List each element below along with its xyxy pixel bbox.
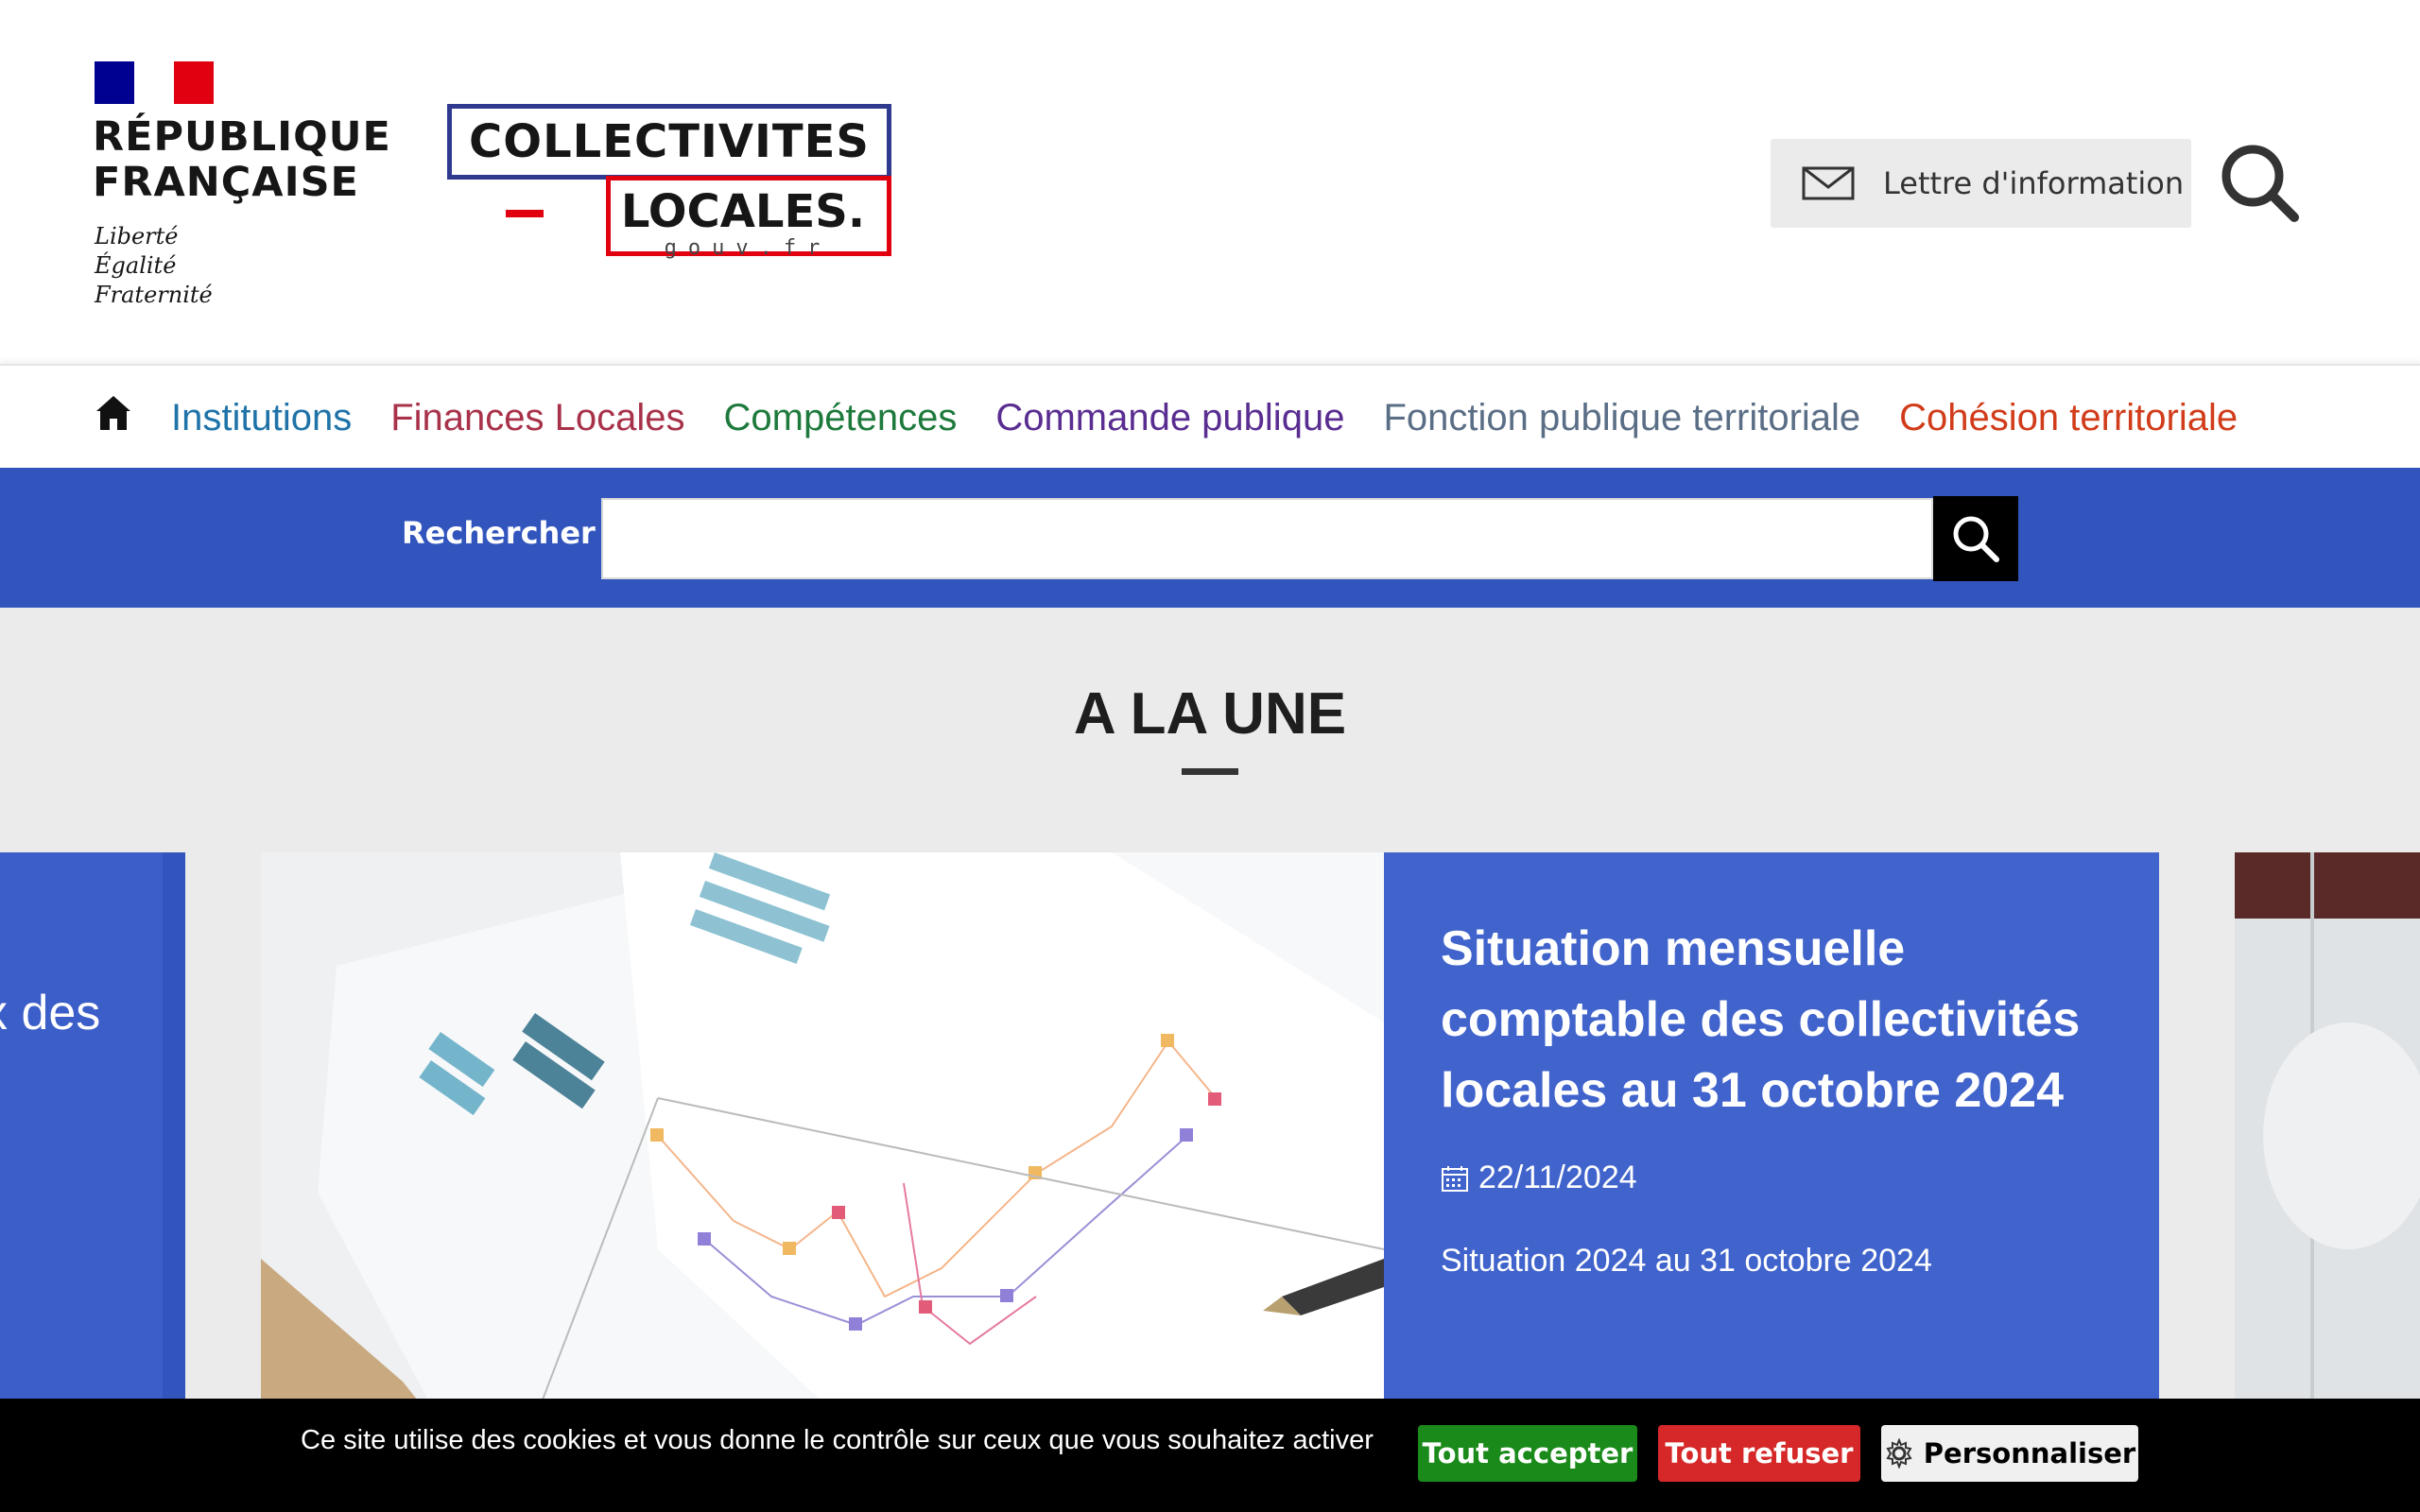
search-input[interactable] (601, 498, 1933, 579)
rf-name: RÉPUBLIQUE FRANÇAISE (93, 113, 391, 206)
article-date: 22/11/2024 (1441, 1160, 1637, 1196)
search-band: Rechercher (0, 468, 2420, 608)
nav-item-institutions[interactable]: Institutions (171, 397, 352, 439)
search-icon (1953, 516, 1999, 562)
customize-label: Personnaliser (1923, 1437, 2136, 1469)
search-icon[interactable] (2217, 140, 2302, 225)
envelope-icon (1802, 166, 1855, 200)
marianne-flag-icon (95, 61, 214, 104)
search-submit-button[interactable] (1933, 496, 2018, 581)
nav-items: Institutions Finances Locales Compétence… (171, 366, 2238, 470)
article-title[interactable]: Situation mensuelle comptable des collec… (1441, 914, 2121, 1126)
calendar-icon (1442, 1165, 1468, 1192)
cookie-banner: Ce site utilise des cookies et vous donn… (0, 1399, 2420, 1512)
cookie-message: Ce site utilise des cookies et vous donn… (301, 1425, 1374, 1455)
customize-button[interactable]: Personnaliser (1881, 1425, 2138, 1482)
refuse-all-button[interactable]: Tout refuser (1658, 1425, 1860, 1482)
nav-item-cohesion-territoriale[interactable]: Cohésion territoriale (1899, 397, 2238, 439)
site-header: RÉPUBLIQUE FRANÇAISE Liberté Égalité Fra… (0, 0, 2420, 364)
nav-item-fonction-publique[interactable]: Fonction publique territoriale (1383, 397, 1860, 439)
newsletter-button[interactable]: Lettre d'information (1771, 139, 2191, 228)
logo-dash (506, 210, 544, 217)
section-title-underline (1182, 768, 1238, 775)
nav-item-commande-publique[interactable]: Commande publique (995, 397, 1344, 439)
logo-text-bottom: LOCALES. (620, 185, 866, 238)
carousel-card-previous-title: x des (0, 986, 101, 1040)
newsletter-label: Lettre d'information (1883, 165, 2185, 201)
collectivites-locales-logo[interactable]: COLLECTIVITES LOCALES. gouv.fr (447, 102, 891, 263)
search-label: Rechercher (402, 515, 596, 551)
main-nav: Institutions Finances Locales Compétence… (0, 364, 2420, 468)
logo-text-top: COLLECTIVITES (469, 115, 870, 168)
article-date-value: 22/11/2024 (1478, 1160, 1637, 1195)
nav-item-finances-locales[interactable]: Finances Locales (390, 397, 684, 439)
rf-motto: Liberté Égalité Fraternité (95, 223, 213, 308)
gear-icon (1886, 1438, 1912, 1469)
accept-all-button[interactable]: Tout accepter (1418, 1425, 1637, 1482)
article-description: Situation 2024 au 31 octobre 2024 (1441, 1243, 1932, 1279)
nav-item-competences[interactable]: Compétences (724, 397, 958, 439)
republique-francaise-logo[interactable]: RÉPUBLIQUE FRANÇAISE Liberté Égalité Fra… (93, 61, 390, 317)
home-icon[interactable] (93, 392, 134, 434)
section-title: A LA UNE (1073, 681, 1347, 747)
logo-domain: gouv.fr (664, 236, 832, 260)
